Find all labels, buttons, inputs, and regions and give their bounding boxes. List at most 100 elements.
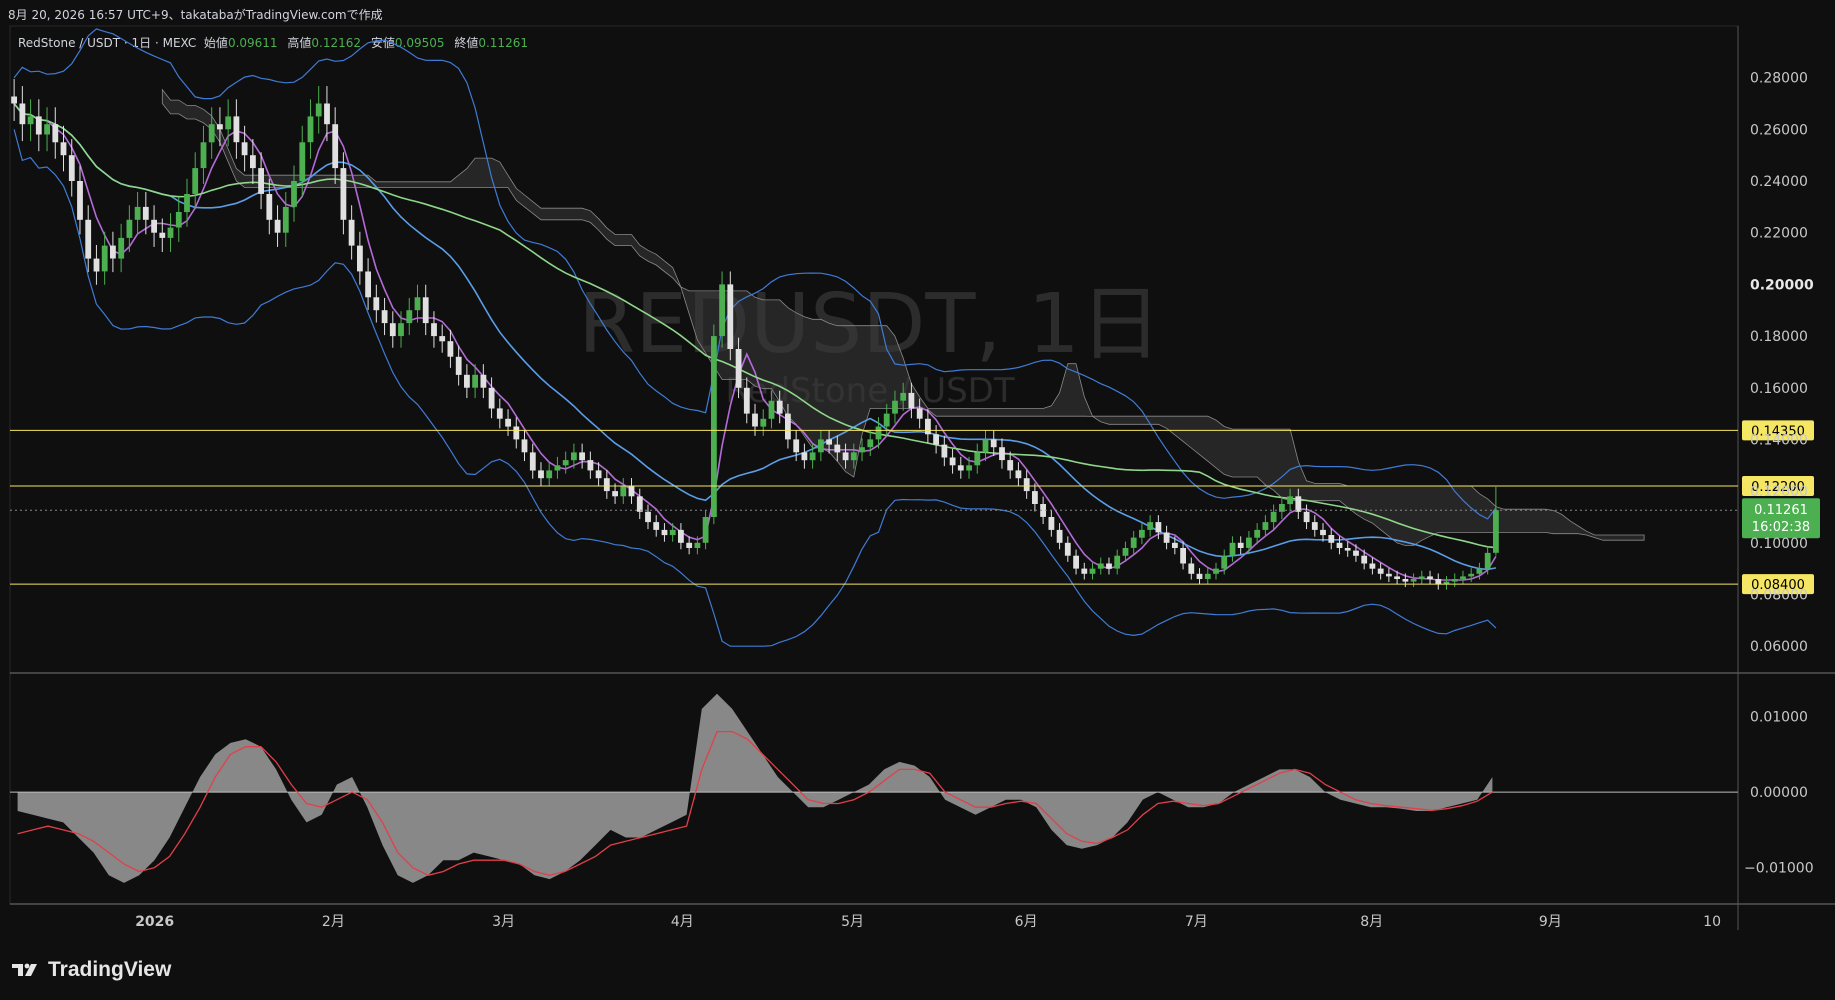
candle-body[interactable] xyxy=(785,413,791,440)
candle-body[interactable] xyxy=(414,297,421,311)
candle-body[interactable] xyxy=(1369,563,1376,569)
candle-body[interactable] xyxy=(678,529,684,543)
candle-body[interactable] xyxy=(1493,510,1499,553)
candle-body[interactable] xyxy=(686,542,693,548)
candle-body[interactable] xyxy=(620,486,627,497)
candle-body[interactable] xyxy=(27,116,34,125)
candle-body[interactable] xyxy=(999,447,1005,461)
candle-body[interactable] xyxy=(151,219,157,233)
candle-body[interactable] xyxy=(472,374,478,388)
candle-body[interactable] xyxy=(282,206,289,233)
candle-body[interactable] xyxy=(1106,563,1112,569)
candle-body[interactable] xyxy=(77,181,83,220)
candle-body[interactable] xyxy=(307,116,314,143)
candle-body[interactable] xyxy=(603,478,610,492)
candle-body[interactable] xyxy=(365,271,371,298)
candle-body[interactable] xyxy=(1122,548,1129,556)
candle-body[interactable] xyxy=(1196,573,1203,579)
candle-body[interactable] xyxy=(793,439,800,453)
candle-body[interactable] xyxy=(554,465,561,471)
candle-body[interactable] xyxy=(1246,537,1252,548)
candle-body[interactable] xyxy=(291,181,297,207)
candle-body[interactable] xyxy=(1015,470,1022,479)
candle-body[interactable] xyxy=(167,227,174,238)
candle-body[interactable] xyxy=(134,206,141,220)
price-chart-svg[interactable]: REDUSDT, 1日 RedStone / USDT 0.143500.122… xyxy=(0,0,1835,1000)
candle-body[interactable] xyxy=(826,439,832,445)
candle-body[interactable] xyxy=(982,439,989,453)
candle-body[interactable] xyxy=(776,400,783,414)
candle-body[interactable] xyxy=(68,155,75,181)
candle-body[interactable] xyxy=(1081,568,1088,574)
candle-body[interactable] xyxy=(389,323,396,337)
candle-body[interactable] xyxy=(381,310,388,324)
candle-body[interactable] xyxy=(373,297,380,311)
candle-body[interactable] xyxy=(225,116,232,130)
candle-body[interactable] xyxy=(612,491,618,497)
candle-body[interactable] xyxy=(1270,511,1277,523)
candle-body[interactable] xyxy=(505,418,511,427)
candle-body[interactable] xyxy=(957,465,964,471)
candle-body[interactable] xyxy=(1344,548,1351,551)
candle-body[interactable] xyxy=(941,444,948,458)
candle-body[interactable] xyxy=(1180,548,1186,564)
candle-body[interactable] xyxy=(1361,555,1368,564)
candle-body[interactable] xyxy=(842,452,849,461)
candle-body[interactable] xyxy=(60,142,67,156)
candle-body[interactable] xyxy=(340,168,347,220)
candle-body[interactable] xyxy=(200,142,207,169)
candle-body[interactable] xyxy=(966,465,972,471)
candle-body[interactable] xyxy=(1213,568,1219,574)
candle-body[interactable] xyxy=(1402,579,1409,582)
candle-body[interactable] xyxy=(496,408,503,419)
candle-body[interactable] xyxy=(1287,496,1293,505)
candle-body[interactable] xyxy=(1172,542,1178,548)
candle-body[interactable] xyxy=(949,457,956,466)
candle-body[interactable] xyxy=(332,124,339,169)
candle-body[interactable] xyxy=(175,212,182,228)
candle-body[interactable] xyxy=(1468,573,1475,577)
candle-body[interactable] xyxy=(916,408,923,419)
candle-body[interactable] xyxy=(818,439,824,453)
candle-body[interactable] xyxy=(1295,496,1302,512)
candle-body[interactable] xyxy=(702,517,709,543)
candle-body[interactable] xyxy=(669,529,676,536)
candle-body[interactable] xyxy=(1114,555,1121,569)
candle-body[interactable] xyxy=(1377,568,1384,574)
candle-body[interactable] xyxy=(809,452,816,461)
candle-body[interactable] xyxy=(1336,542,1343,548)
candle-body[interactable] xyxy=(1484,552,1491,569)
candle-body[interactable] xyxy=(1311,522,1318,530)
candle-body[interactable] xyxy=(529,452,536,471)
candle-body[interactable] xyxy=(1435,579,1442,585)
candle-body[interactable] xyxy=(1130,537,1137,548)
candle-body[interactable] xyxy=(579,452,585,461)
candle-body[interactable] xyxy=(883,413,890,427)
candle-body[interactable] xyxy=(752,413,758,427)
candle-body[interactable] xyxy=(645,511,651,523)
candle-body[interactable] xyxy=(1155,522,1162,533)
candle-body[interactable] xyxy=(562,460,569,466)
candle-body[interactable] xyxy=(727,284,734,349)
candle-body[interactable] xyxy=(1262,522,1269,530)
horizontal-levels[interactable]: 0.143500.122000.084000.1126116:02:38 xyxy=(10,420,1820,595)
candle-body[interactable] xyxy=(250,155,256,169)
candle-body[interactable] xyxy=(44,124,50,135)
candle-body[interactable] xyxy=(636,496,643,512)
candle-body[interactable] xyxy=(1032,491,1038,504)
candle-body[interactable] xyxy=(653,522,660,530)
candle-body[interactable] xyxy=(974,452,981,466)
candle-body[interactable] xyxy=(735,349,742,388)
candle-body[interactable] xyxy=(1353,550,1359,556)
candle-body[interactable] xyxy=(241,142,248,156)
candle-body[interactable] xyxy=(990,439,997,448)
candle-body[interactable] xyxy=(521,439,528,453)
candle-body[interactable] xyxy=(208,124,215,143)
candle-body[interactable] xyxy=(1007,460,1014,471)
candle-body[interactable] xyxy=(1229,542,1236,556)
candle-body[interactable] xyxy=(110,245,116,259)
candle-body[interactable] xyxy=(266,194,273,220)
candle-body[interactable] xyxy=(892,400,898,414)
candle-body[interactable] xyxy=(595,470,602,479)
candle-body[interactable] xyxy=(1394,576,1400,579)
